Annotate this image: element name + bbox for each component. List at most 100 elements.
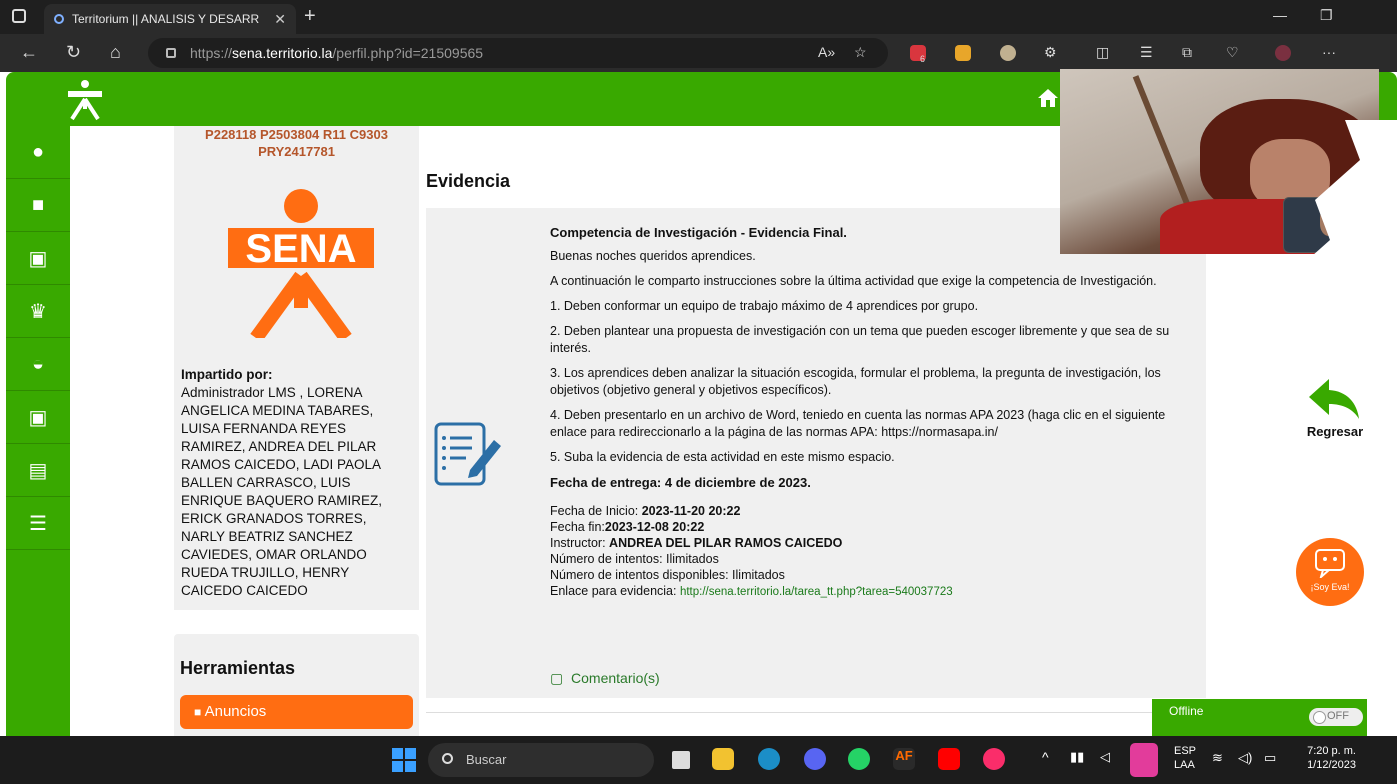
- sena-logo-text: SENA: [245, 227, 356, 271]
- status-toggle[interactable]: OFF: [1309, 708, 1363, 726]
- instructor-row: Instructor: ANDREA DEL PILAR RAMOS CAICE…: [550, 535, 1200, 551]
- clock-time: 7:20 p. m.: [1307, 745, 1356, 757]
- microphone-icon[interactable]: [1130, 743, 1158, 777]
- next-section: [426, 712, 1156, 736]
- briefcase-icon: ■: [31, 193, 45, 216]
- wifi-icon[interactable]: ≋: [1212, 751, 1223, 765]
- speaker-icon[interactable]: ◁): [1238, 751, 1252, 765]
- comments-label: Comentario(s): [571, 670, 660, 686]
- itunes-icon[interactable]: [983, 748, 1005, 770]
- clock-date: 1/12/2023: [1307, 759, 1356, 771]
- restore-icon[interactable]: ❐: [1320, 7, 1333, 24]
- eva-assistant-button[interactable]: ¡Soy Eva!: [1296, 538, 1364, 606]
- file-explorer-icon[interactable]: [712, 748, 734, 770]
- read-aloud-icon[interactable]: A»: [818, 44, 835, 60]
- chat-status-bar[interactable]: Offline OFF: [1152, 699, 1367, 736]
- sidebar-item-inbox[interactable]: ◒: [6, 338, 70, 391]
- new-tab-icon[interactable]: +: [304, 5, 316, 28]
- impartido-label: Impartido por:: [181, 367, 273, 382]
- back-arrow-icon: [1309, 379, 1359, 419]
- minimize-icon[interactable]: —: [1273, 7, 1287, 23]
- tools-panel: Herramientas ■ Anuncios: [174, 634, 419, 736]
- after-effects-icon[interactable]: AF: [893, 748, 915, 770]
- layout-code: LAA: [1174, 759, 1195, 771]
- profile-avatar[interactable]: [1275, 45, 1291, 61]
- tray-app-icon[interactable]: ▮▮: [1070, 750, 1084, 764]
- end-date-row: Fecha fin:2023-12-08 20:22: [550, 519, 1200, 535]
- browser-toolbar: ← ↻ ⌂ https://sena.territorio.la/perfil.…: [0, 34, 1397, 72]
- regresar-button[interactable]: Regresar: [1300, 377, 1370, 439]
- tools-title: Herramientas: [180, 658, 296, 678]
- whatsapp-icon[interactable]: [848, 748, 870, 770]
- extensions-puzzle-icon[interactable]: ⚙: [1044, 44, 1057, 61]
- sena-logo: SENA: [228, 189, 374, 338]
- home-browser-icon[interactable]: ⌂: [110, 42, 121, 63]
- end-date-value: 2023-12-08 20:22: [604, 520, 705, 534]
- windows-start-icon[interactable]: [392, 748, 416, 772]
- evidence-content: Competencia de Investigación - Evidencia…: [550, 224, 1200, 600]
- favorite-star-icon[interactable]: ☆: [854, 44, 867, 61]
- youtube-icon[interactable]: [938, 748, 960, 770]
- course-codes: P228118 P2503804 R11 C9303 PRY2417781: [205, 127, 388, 159]
- instruction-item-2: 2. Deben plantear una propuesta de inves…: [550, 324, 1170, 355]
- task-view-icon[interactable]: [672, 751, 690, 769]
- start-date-value: 2023-11-20 20:22: [641, 504, 741, 518]
- eva-bubble-icon: [1315, 549, 1345, 580]
- extension-badge: 6: [920, 54, 926, 64]
- split-screen-icon[interactable]: ◫: [1096, 44, 1109, 61]
- calendar-icon: ▣: [28, 247, 48, 270]
- sidebar-item-briefcase[interactable]: ■: [6, 179, 70, 232]
- more-menu-icon[interactable]: ···: [1322, 44, 1336, 60]
- back-icon[interactable]: ←: [20, 42, 38, 63]
- agenda-icon: ▣: [28, 406, 48, 429]
- extension-icon[interactable]: [955, 45, 971, 61]
- evidence-link-label: Enlace para evidencia:: [550, 584, 680, 598]
- anuncios-label: Anuncios: [204, 703, 267, 720]
- trophy-icon: ♛: [29, 300, 47, 323]
- course-info-panel: P228118 P2503804 R11 C9303 PRY2417781 SE…: [174, 126, 419, 610]
- side-menu: ● ■ ▣ ♛ ◒ ▣ ▤ ☰: [6, 126, 70, 736]
- sidebar-item-trophy[interactable]: ♛: [6, 285, 70, 338]
- close-tab-icon[interactable]: ✕: [274, 11, 286, 28]
- home-icon[interactable]: [1036, 86, 1060, 110]
- assignment-icon: [434, 422, 501, 486]
- discord-icon[interactable]: [804, 748, 826, 770]
- start-date-label: Fecha de Inicio:: [550, 504, 642, 518]
- clock[interactable]: 7:20 p. m. 1/12/2023: [1298, 744, 1356, 772]
- tray-chevron-icon[interactable]: ^: [1042, 750, 1049, 764]
- sidebar-item-list[interactable]: ▤: [6, 444, 70, 497]
- reload-icon[interactable]: ↻: [66, 42, 81, 63]
- sidebar-item-profile[interactable]: ●: [6, 126, 70, 179]
- taskbar-search[interactable]: Buscar: [428, 743, 654, 777]
- tray-volume-icon[interactable]: ◁: [1100, 750, 1110, 764]
- lock-icon: [166, 48, 176, 58]
- comments-link[interactable]: ▢ Comentario(s): [550, 670, 660, 687]
- browser-tab[interactable]: Territorium || ANALISIS Y DESARR ✕: [44, 4, 296, 34]
- sidebar-item-agenda[interactable]: ▣: [6, 391, 70, 444]
- evidence-meta: Fecha de Inicio: 2023-11-20 20:22 Fecha …: [550, 503, 1200, 600]
- comment-icon: ▢: [550, 670, 564, 686]
- instruction-item-3: 3. Los aprendices deben analizar la situ…: [550, 366, 1161, 397]
- search-icon: [442, 753, 453, 764]
- attempts-left-row: Número de intentos disponibles: Ilimitad…: [550, 568, 785, 582]
- list-icon: ▤: [28, 459, 48, 482]
- eva-label: ¡Soy Eva!: [1310, 582, 1350, 592]
- anuncios-button[interactable]: ■ Anuncios: [180, 695, 413, 729]
- sena-logo-small[interactable]: [64, 79, 106, 121]
- favorites-icon[interactable]: ☰: [1140, 44, 1153, 61]
- collections-icon[interactable]: ⧉: [1182, 44, 1192, 61]
- evidence-link[interactable]: http://sena.territorio.la/tarea_tt.php?t…: [680, 586, 953, 598]
- sidebar-item-menu[interactable]: ☰: [6, 497, 70, 550]
- inbox-icon: ◒: [31, 352, 45, 375]
- url-scheme: https://: [190, 45, 233, 61]
- url-host: sena.territorio.la: [232, 45, 333, 61]
- tab-actions-icon[interactable]: [12, 9, 26, 23]
- extension-face-icon[interactable]: [1000, 45, 1016, 61]
- health-icon[interactable]: ♡: [1226, 44, 1239, 61]
- language-indicator[interactable]: ESP LAA: [1174, 744, 1196, 772]
- address-bar[interactable]: https://sena.territorio.la/perfil.php?id…: [148, 38, 888, 68]
- sidebar-item-calendar[interactable]: ▣: [6, 232, 70, 285]
- edge-icon[interactable]: [758, 748, 780, 770]
- language-code: ESP: [1174, 745, 1197, 757]
- battery-icon[interactable]: ▭: [1264, 751, 1276, 765]
